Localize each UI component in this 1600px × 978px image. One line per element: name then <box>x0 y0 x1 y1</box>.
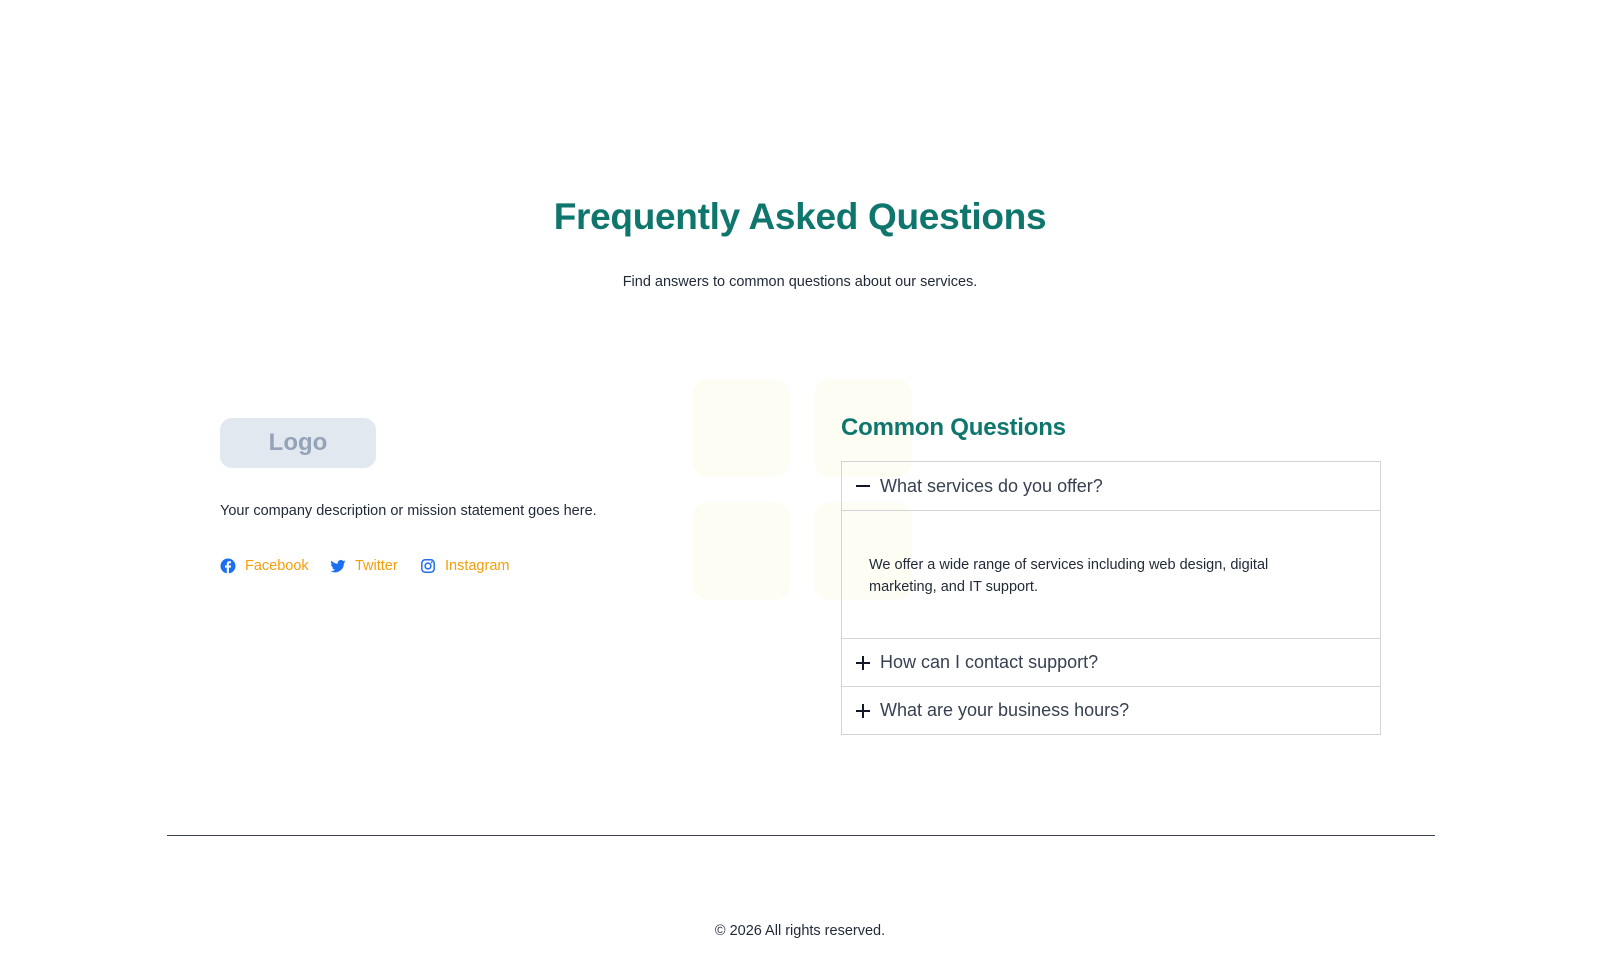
faq-question-label: What are your business hours? <box>880 700 1130 720</box>
twitter-link[interactable]: Twitter <box>330 558 398 574</box>
faq-answer-panel: We offer a wide range of services includ… <box>842 510 1380 638</box>
minus-icon <box>854 477 872 495</box>
common-questions-title: Common Questions <box>841 414 1066 441</box>
decorative-tile <box>692 502 790 600</box>
faq-accordion: What services do you offer? We offer a w… <box>841 461 1381 735</box>
faq-title: Frequently Asked Questions <box>553 196 1047 237</box>
faq-question-label: What services do you offer? <box>880 475 1103 496</box>
faq-question-label: How can I contact support? <box>880 652 1099 672</box>
twitter-label: Twitter <box>355 558 398 574</box>
faq-question-support[interactable]: How can I contact support? <box>842 638 1380 686</box>
facebook-label: Facebook <box>245 558 309 574</box>
company-logo[interactable]: Logo <box>220 418 376 468</box>
faq-subtitle: Find answers to common questions about o… <box>622 274 978 290</box>
facebook-icon <box>220 558 236 574</box>
instagram-link[interactable]: Instagram <box>420 558 509 574</box>
plus-icon <box>854 654 872 672</box>
company-description: Your company description or mission stat… <box>220 503 597 519</box>
footer-divider <box>167 835 1435 836</box>
faq-question-hours[interactable]: What are your business hours? <box>842 686 1380 734</box>
instagram-label: Instagram <box>445 558 510 574</box>
copyright-text: © 2026 All rights reserved. <box>714 923 886 939</box>
decorative-tile <box>692 379 790 477</box>
faq-question-services[interactable]: What services do you offer? <box>842 462 1380 510</box>
faq-answer-text: We offer a wide range of services includ… <box>869 557 1269 595</box>
instagram-icon <box>420 558 436 574</box>
facebook-link[interactable]: Facebook <box>220 558 309 574</box>
twitter-icon <box>330 558 346 574</box>
plus-icon <box>854 702 872 720</box>
